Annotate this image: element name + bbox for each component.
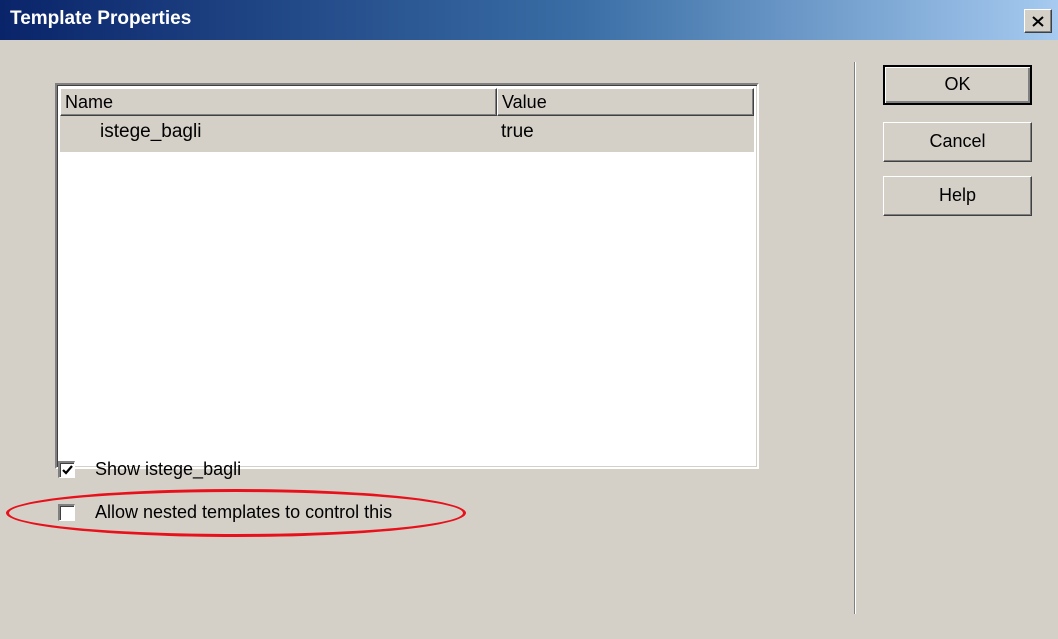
vertical-separator	[854, 62, 856, 614]
cancel-button[interactable]: Cancel	[883, 122, 1032, 162]
close-button[interactable]	[1024, 9, 1052, 33]
dialog-body: Name Value istege_bagli true Show istege…	[0, 40, 1058, 639]
close-icon	[1032, 15, 1044, 27]
title-bar: Template Properties	[0, 0, 1058, 40]
column-header-value[interactable]: Value	[497, 88, 754, 116]
ok-button[interactable]: OK	[883, 65, 1032, 105]
show-checkbox[interactable]	[58, 460, 75, 478]
allow-nested-option-row[interactable]: Allow nested templates to control this	[58, 499, 392, 525]
show-option-row[interactable]: Show istege_bagli	[58, 456, 241, 482]
param-name-cell: istege_bagli	[100, 121, 202, 142]
column-header-name[interactable]: Name	[60, 88, 497, 116]
list-row[interactable]: istege_bagli true	[60, 116, 754, 152]
param-value-cell: true	[501, 121, 534, 142]
show-label: Show istege_bagli	[95, 458, 242, 479]
help-button[interactable]: Help	[883, 176, 1032, 216]
allow-nested-label: Allow nested templates to control this	[95, 501, 393, 522]
allow-nested-checkbox[interactable]	[58, 503, 75, 521]
list-header: Name Value	[60, 88, 754, 116]
window-title: Template Properties	[10, 8, 192, 29]
checkmark-icon	[61, 464, 73, 475]
parameters-list[interactable]: Name Value istege_bagli true	[55, 83, 759, 469]
